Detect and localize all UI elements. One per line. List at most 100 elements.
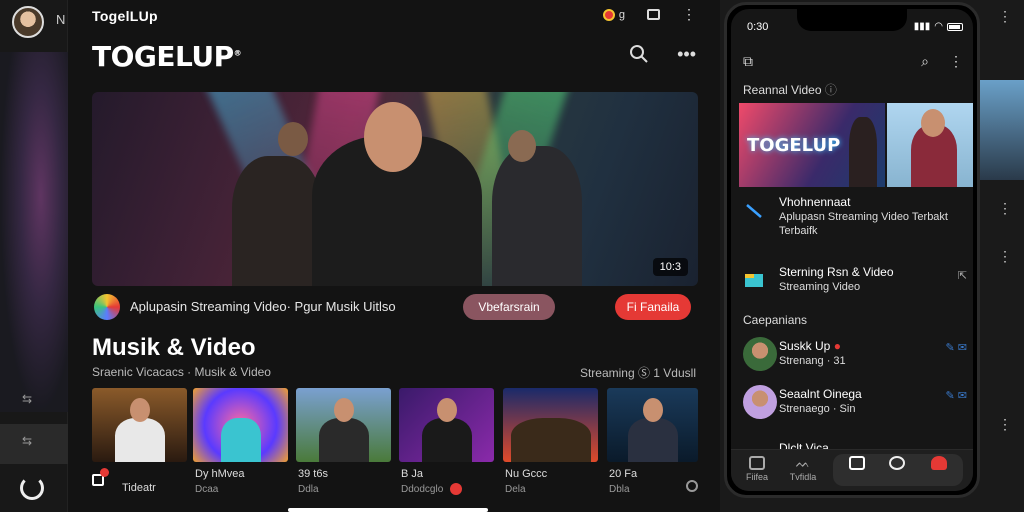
thumbnail-head: [436, 398, 457, 422]
left-rail: N ⇆ ⇆: [0, 0, 68, 512]
swap-icon[interactable]: ⇆: [22, 392, 32, 406]
phone-list-item[interactable]: Sterning Rsn & Video Streaming Video ⇱: [743, 265, 969, 301]
signal-icon: ▮▮▮: [913, 21, 931, 32]
pen-icon: [746, 204, 762, 218]
banner-tile[interactable]: TOGELUP: [739, 103, 885, 187]
thumbnail-group: [510, 418, 591, 462]
profile-icon: [931, 456, 947, 470]
thumbnail-label: 20 Fa: [609, 468, 638, 480]
thumbnail-label: Nu Gccc: [505, 468, 548, 480]
cast-icon[interactable]: ⧉: [743, 53, 753, 70]
channel-avatar[interactable]: [94, 294, 120, 320]
channel-text: Aplupasin Streaming Video· Pgur Musik Ui…: [130, 299, 396, 314]
thumbnail-sub: Dbla: [609, 484, 630, 495]
nav-home[interactable]: Fiifea: [737, 456, 777, 482]
hero-video[interactable]: 10:3: [92, 92, 698, 286]
phone-section-title: Caepanians: [743, 313, 808, 327]
more-vert-icon[interactable]: ⋮: [949, 53, 963, 70]
follow-button[interactable]: Fi Fanaila: [615, 294, 691, 320]
thumbnail-sub: Ddodcglo: [401, 484, 444, 495]
thumbnail-label: Tideatr: [122, 482, 156, 494]
swap-icon-active[interactable]: ⇆: [22, 434, 32, 448]
phone-section-title: Reannal Video ⓘ: [743, 83, 837, 97]
window-square-icon[interactable]: [647, 9, 660, 20]
more-vert-icon[interactable]: ⋮: [998, 416, 1012, 433]
info-icon: ⓘ: [824, 83, 837, 97]
sync-icon[interactable]: [20, 476, 44, 500]
list-item-title: Vhohnennaat: [779, 195, 851, 209]
channel-row: Aplupasin Streaming Video· Pgur Musik Ui…: [94, 294, 694, 320]
thumbnail-sub: Dcaa: [195, 484, 219, 495]
guitarist-right: [492, 146, 582, 286]
window-controls: g ⋮: [602, 6, 696, 23]
thumbnail-person: [421, 418, 472, 462]
phone-list-item[interactable]: Vhohnennaat Aplupasn Streaming Video Ter…: [743, 195, 969, 245]
thumbnail-sub: Dela: [505, 484, 526, 495]
phone-screen: 0:30 ▮▮▮ ◠ ⧉ ⌕ ⋮ Reannal Video ⓘ TOGELUP: [731, 9, 973, 491]
more-vert-icon[interactable]: ⋮: [682, 6, 696, 23]
video-thumbnail[interactable]: [607, 388, 698, 462]
thumbnail-sub: Ddla: [298, 484, 319, 495]
list-item-title: Suskk Up ●: [779, 339, 841, 353]
app-logo: TOGELUP®: [92, 40, 242, 73]
phone-banner[interactable]: TOGELUP: [739, 103, 973, 187]
phone-bottom-nav: Fiifea ᨓ Tvfidla: [731, 449, 973, 491]
menu-glyph-icon[interactable]: N: [56, 12, 65, 27]
user-avatar[interactable]: [743, 385, 777, 419]
video-thumbnail[interactable]: [399, 388, 494, 462]
settings-icon[interactable]: [686, 480, 698, 492]
status-time: 0:30: [747, 21, 769, 33]
thumbnail-label: Dy hMvea: [195, 468, 245, 480]
user-avatar[interactable]: [12, 6, 44, 38]
more-vert-icon[interactable]: ⋮: [998, 8, 1012, 25]
video-thumbnail[interactable]: [296, 388, 391, 462]
subscribe-button[interactable]: Vbefarsrain: [463, 294, 555, 320]
search-icon[interactable]: [629, 44, 649, 64]
search-icon[interactable]: ⌕: [921, 53, 929, 70]
banner-tile[interactable]: [887, 103, 973, 187]
rail-background-art: [0, 52, 68, 412]
main-panel: TogelLUp g ⋮ TOGELUP® ••• 10:3 Aplupasin…: [68, 0, 720, 512]
more-vert-icon[interactable]: ⋮: [998, 248, 1012, 265]
phone-list-item[interactable]: Seaalnt Oinega Strenaego · Sin ✎ ✉: [743, 385, 969, 425]
phone-mockup: 0:30 ▮▮▮ ◠ ⧉ ⌕ ⋮ Reannal Video ⓘ TOGELUP: [724, 2, 980, 498]
header-actions: •••: [629, 44, 696, 65]
action-icons[interactable]: ✎ ✉: [946, 389, 968, 402]
thumbnail-head: [333, 398, 354, 422]
list-item-title: Seaalnt Oinega: [779, 387, 862, 401]
wifi-icon: ◠: [934, 21, 943, 32]
thumbnail-art: [220, 418, 261, 462]
section-subtitle: Sraenic Vicacacs · Musik & Video: [92, 365, 271, 379]
phone-list-item[interactable]: Suskk Up ● Strenang · 31 ✎ ✉: [743, 337, 969, 377]
guitarist-right-head: [508, 130, 536, 162]
user-avatar[interactable]: [743, 337, 777, 371]
live-icon: [450, 483, 462, 495]
action-icons[interactable]: ✎ ✉: [946, 341, 968, 354]
video-thumbnail[interactable]: [92, 388, 187, 462]
thumbnail-label: B Ja: [401, 468, 424, 480]
thumbnail-head: [129, 398, 150, 422]
lead-singer-head: [364, 102, 422, 172]
list-item-subtitle: Aplupasn Streaming Video Terbakt: [779, 211, 948, 223]
nav-chat[interactable]: [877, 456, 917, 472]
share-icon[interactable]: ⇱: [958, 269, 967, 282]
nav-library[interactable]: [837, 456, 877, 472]
thumbnail-person: [114, 418, 165, 462]
record-icon[interactable]: [602, 8, 615, 21]
home-icon: [749, 456, 765, 470]
section-link[interactable]: Streaming Ⓢ 1 Vdusll: [580, 364, 696, 381]
list-item-subtitle: Strenaego · Sin: [779, 403, 856, 415]
list-item-subtitle: Strenang · 31: [779, 355, 846, 367]
nav-profile[interactable]: [919, 456, 959, 472]
video-duration-badge: 10:3: [652, 258, 688, 276]
video-thumbnail[interactable]: [193, 388, 288, 462]
video-thumbnail[interactable]: [503, 388, 598, 462]
more-horizontal-icon[interactable]: •••: [677, 44, 696, 65]
more-vert-icon[interactable]: ⋮: [998, 200, 1012, 217]
pin-icon: ●: [833, 339, 841, 353]
nav-explore[interactable]: ᨓ Tvfidla: [783, 456, 823, 482]
thumbnail-label: 39 t6s: [298, 468, 328, 480]
guitarist-left: [232, 156, 322, 286]
phone-notch: [797, 9, 907, 31]
chat-icon: [889, 456, 905, 470]
